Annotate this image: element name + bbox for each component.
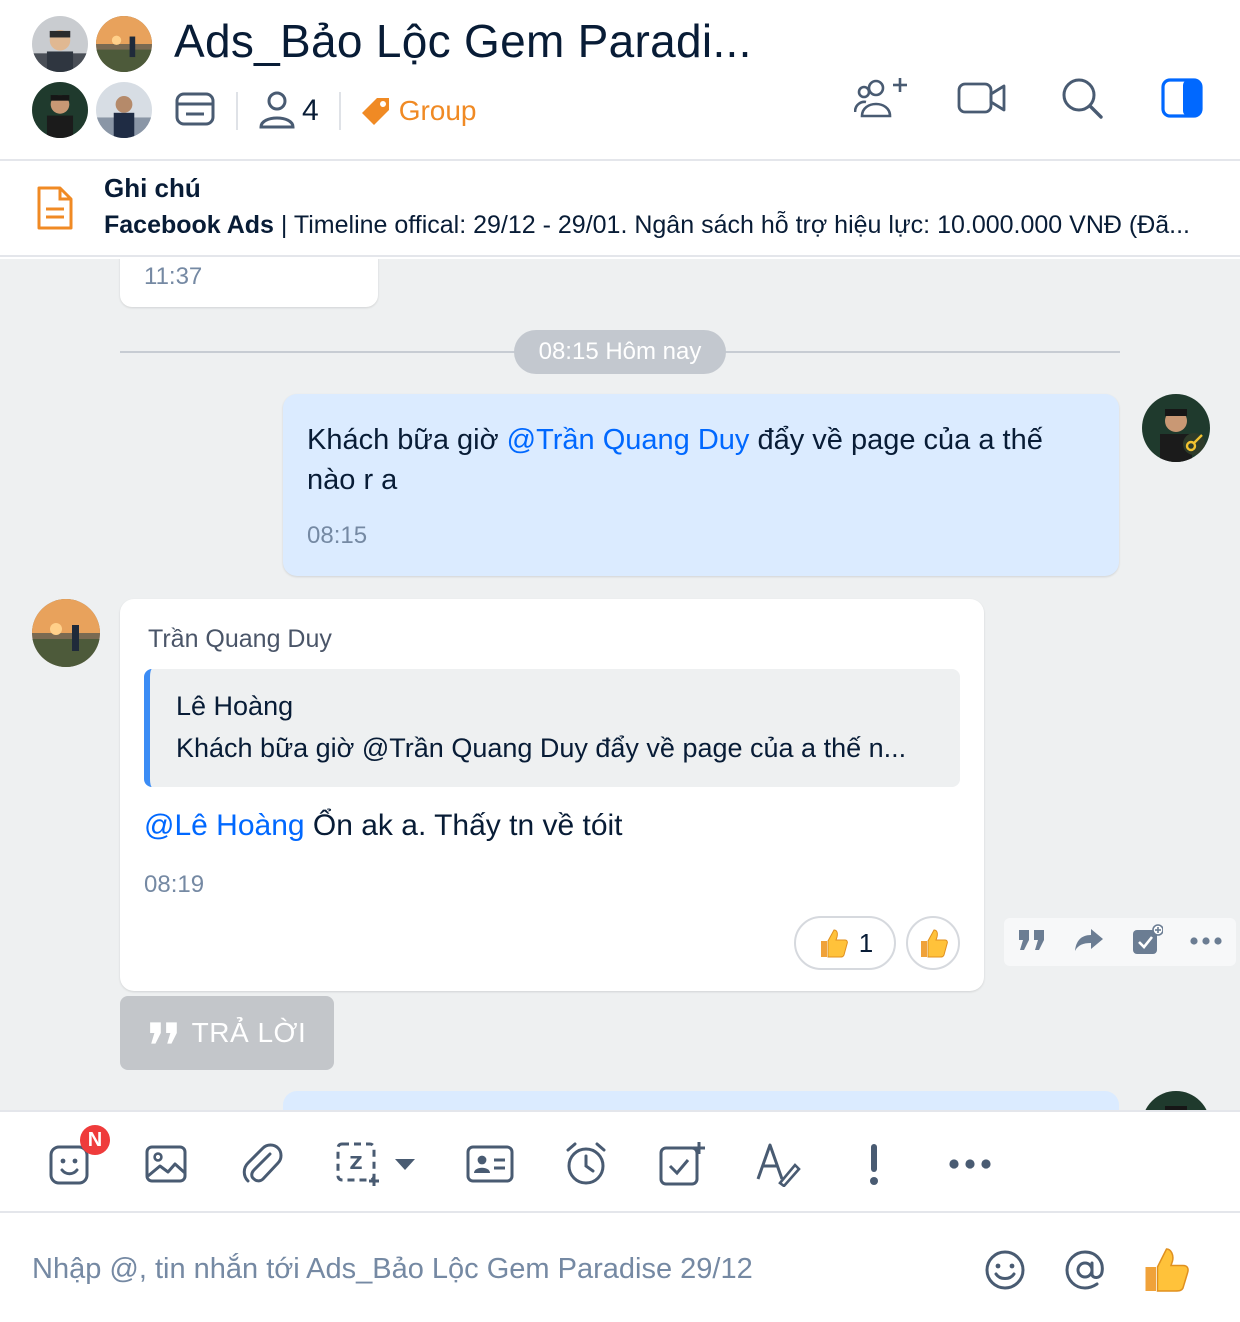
video-call-icon[interactable]: [954, 70, 1010, 126]
composer: [0, 1213, 1240, 1322]
note-label: Facebook Ads: [104, 211, 274, 239]
group-tag[interactable]: Group: [361, 95, 477, 127]
chat-header: Ads_Bảo Lộc Gem Paradi... 4 Group: [0, 0, 1240, 161]
message-time: 11:37: [144, 263, 203, 290]
thumbs-up-icon: [921, 929, 948, 958]
task-icon[interactable]: [654, 1136, 710, 1192]
sender-avatar[interactable]: [32, 599, 100, 667]
my-message-bubble[interactable]: Khách bữa giờ @Trần Quang Duy đẩy về pag…: [283, 394, 1119, 576]
composer-toolbar: N Z: [0, 1110, 1240, 1213]
date-divider: 08:15 Hôm nay: [514, 330, 726, 374]
my-message-bubble[interactable]: [283, 1091, 1119, 1110]
add-task-icon[interactable]: [1131, 923, 1164, 961]
quote-author: Lê Hoàng: [176, 691, 294, 721]
quote-icon: [149, 1022, 177, 1044]
my-avatar[interactable]: [1142, 394, 1210, 462]
reminder-icon[interactable]: [558, 1136, 614, 1192]
image-icon[interactable]: [138, 1136, 194, 1192]
group-avatar[interactable]: [30, 14, 158, 142]
attachment-icon[interactable]: [234, 1136, 290, 1192]
group-info-icon[interactable]: [174, 90, 216, 133]
message-input[interactable]: [32, 1243, 952, 1295]
note-content: Facebook Ads | Timeline offical: 29/12 -…: [104, 211, 1204, 240]
member-count[interactable]: 4: [302, 94, 319, 128]
text-format-icon[interactable]: [750, 1136, 806, 1192]
chevron-down-icon[interactable]: [382, 1136, 428, 1192]
message-text: @Lê Hoàng Ổn ak a. Thấy tn về tóit: [144, 809, 623, 843]
reaction-count: 1: [858, 927, 874, 958]
group-tag-label: Group: [398, 95, 477, 126]
header-actions: [810, 70, 1210, 126]
contact-card-icon[interactable]: [462, 1136, 518, 1192]
quote-text: Khách bữa giờ @Trần Quang Duy đẩy về pag…: [176, 733, 907, 763]
divider: [338, 92, 341, 130]
more-icon[interactable]: [1189, 933, 1223, 951]
message-bubble[interactable]: 11:37: [120, 259, 378, 307]
new-badge: N: [80, 1125, 110, 1155]
my-avatar[interactable]: [1142, 1091, 1210, 1110]
message-time: 08:15: [307, 522, 368, 549]
message-time: 08:19: [144, 871, 205, 898]
toggle-sidebar-icon[interactable]: [1154, 70, 1210, 126]
svg-text:Z: Z: [349, 1153, 362, 1174]
pinned-note[interactable]: Ghi chú Facebook Ads | Timeline offical:…: [0, 161, 1240, 257]
add-member-icon[interactable]: [854, 70, 910, 126]
message-text-part: Khách bữa giờ: [307, 424, 507, 456]
member-avatar: [30, 14, 90, 74]
quoted-message[interactable]: Lê Hoàng Khách bữa giờ @Trần Quang Duy đ…: [144, 669, 960, 787]
conversation-title: Ads_Bảo Lộc Gem Paradi...: [174, 15, 752, 67]
member-avatar: [94, 80, 154, 140]
mention-link[interactable]: @Trần Quang Duy: [507, 424, 750, 456]
search-icon[interactable]: [1054, 70, 1110, 126]
members-icon[interactable]: [258, 89, 296, 134]
note-title: Ghi chú: [104, 173, 201, 203]
reaction-summary[interactable]: 1: [794, 916, 896, 970]
quote-icon[interactable]: [1017, 928, 1047, 957]
received-message-bubble[interactable]: Trần Quang Duy Lê Hoàng Khách bữa giờ @T…: [120, 599, 984, 991]
reply-button-label: TRẢ LỜI: [191, 1017, 307, 1048]
mention-link[interactable]: @Lê Hoàng: [144, 809, 305, 842]
divider: [236, 92, 238, 130]
more-icon[interactable]: [942, 1136, 998, 1192]
forward-icon[interactable]: [1073, 927, 1105, 958]
thumbs-up-icon[interactable]: [1140, 1245, 1190, 1295]
react-button[interactable]: [906, 916, 960, 970]
urgent-icon[interactable]: [846, 1136, 902, 1192]
message-text-part: Ổn ak a. Thấy tn về tóit: [304, 809, 623, 842]
tag-icon: [361, 98, 389, 125]
message-actions: [1004, 918, 1236, 966]
message-list[interactable]: 11:37 08:15 Hôm nay Khách bữa giờ @Trần …: [0, 259, 1240, 1110]
member-avatar: [94, 14, 154, 74]
screenshot-icon[interactable]: Z: [330, 1136, 386, 1192]
note-icon: [36, 185, 74, 236]
reply-button[interactable]: TRẢ LỜI: [120, 996, 334, 1070]
conversation-meta: 4 Group: [174, 88, 477, 134]
member-avatar: [30, 80, 90, 140]
note-body: | Timeline offical: 29/12 - 29/01. Ngân …: [273, 211, 1190, 239]
emoji-icon[interactable]: [980, 1245, 1030, 1295]
mention-icon[interactable]: [1060, 1245, 1110, 1295]
thumbs-up-icon: [820, 929, 848, 958]
sender-name: Trần Quang Duy: [148, 625, 332, 653]
message-text: Khách bữa giờ @Trần Quang Duy đẩy về pag…: [307, 420, 1087, 500]
